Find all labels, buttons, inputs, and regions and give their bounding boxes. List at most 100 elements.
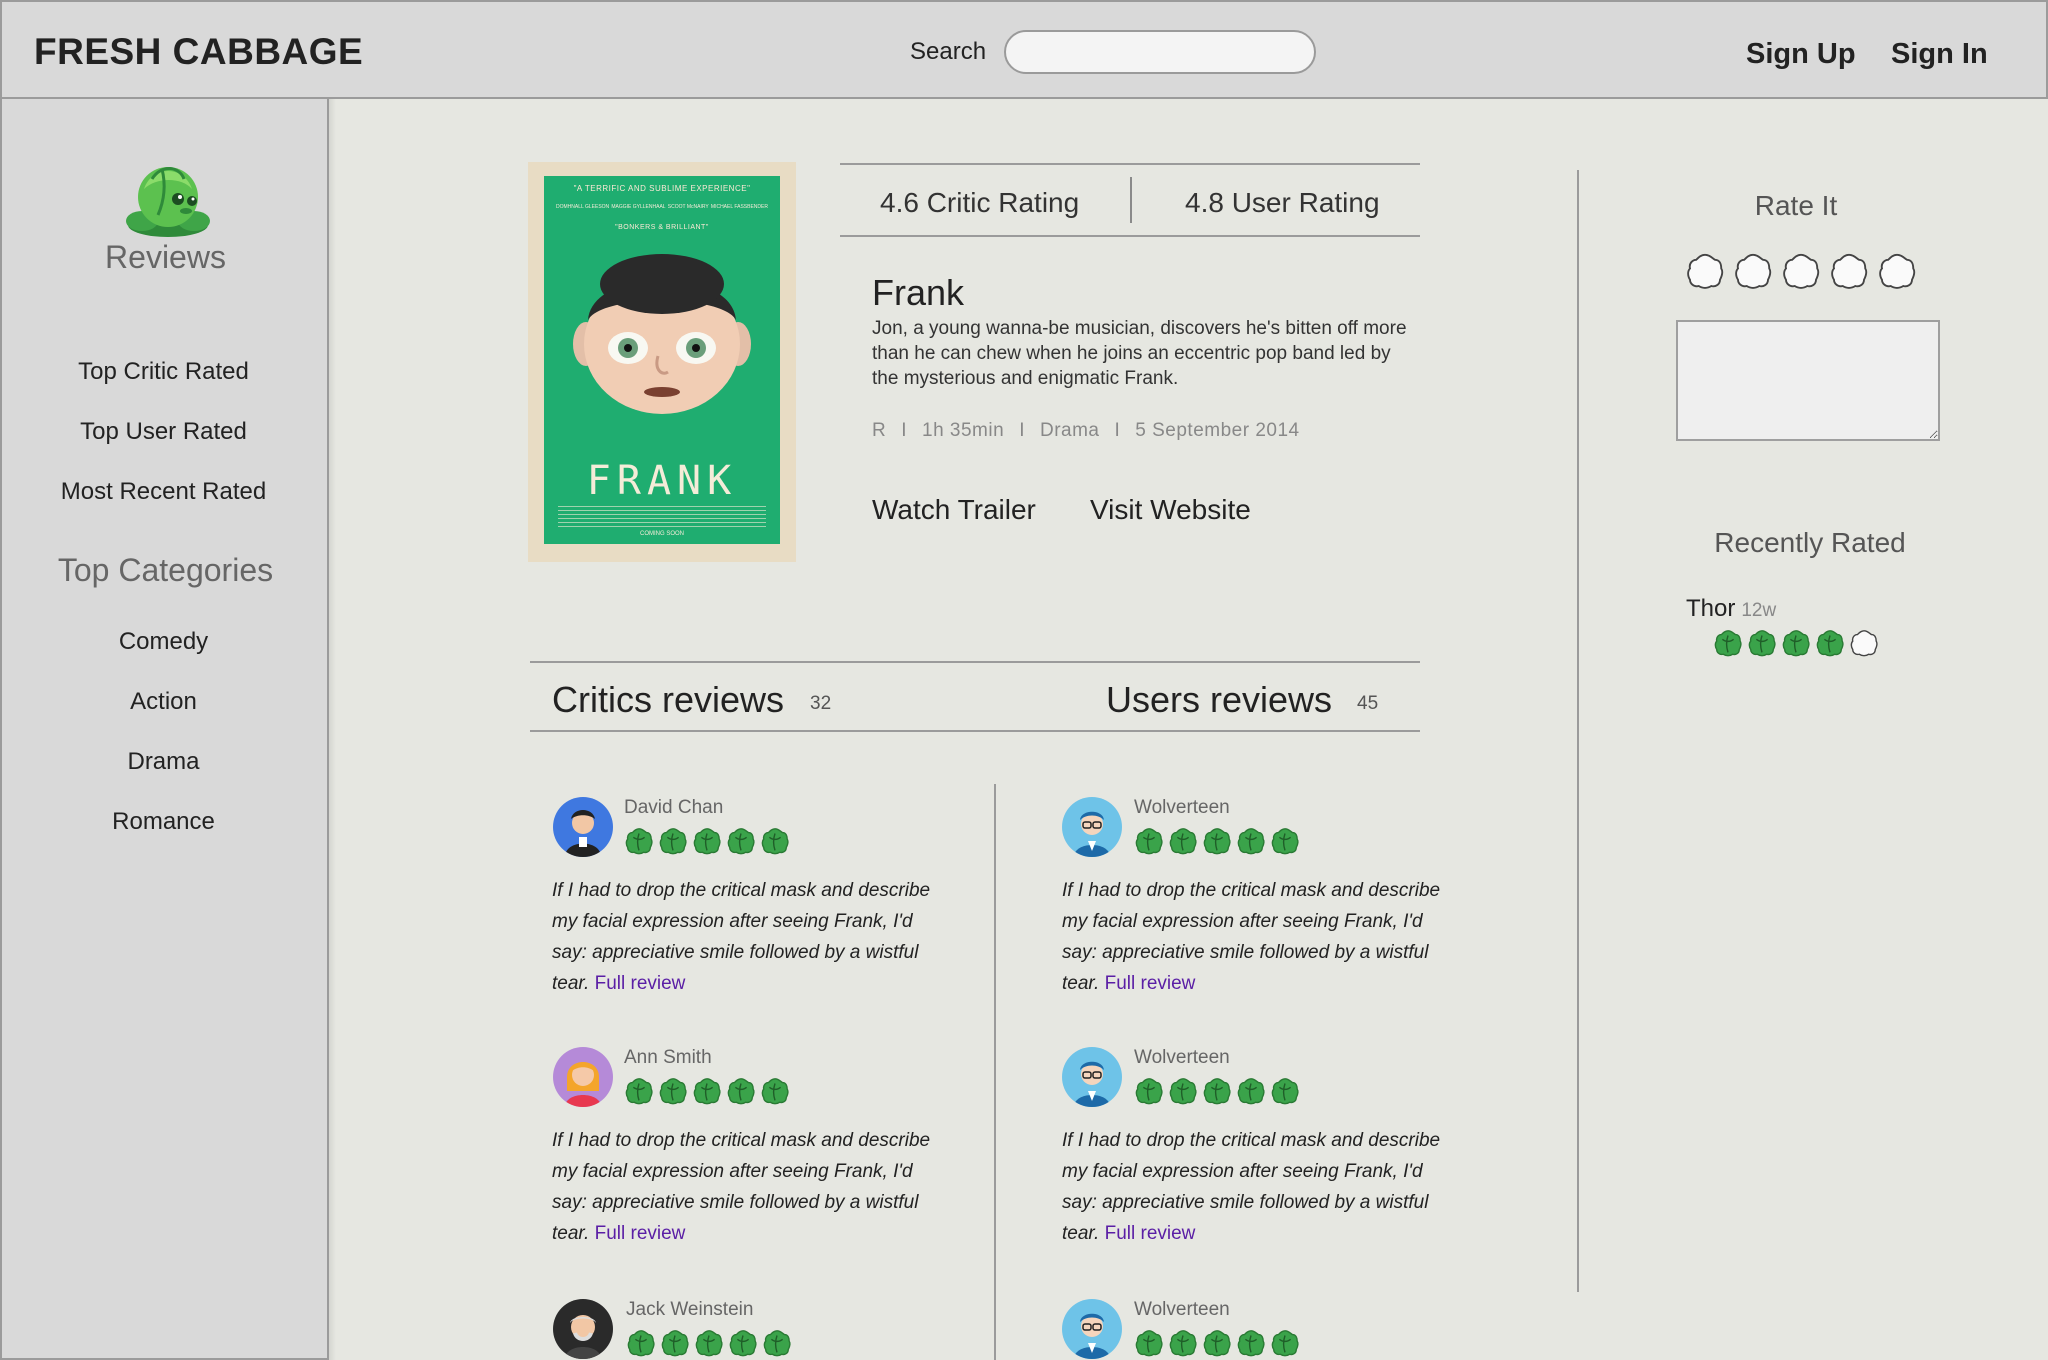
poster-cast-name: DOMHNALL GLEESON — [556, 204, 610, 210]
poster-cast: DOMHNALL GLEESON MAGGIE GYLLENHAAL SCOOT… — [556, 204, 768, 210]
sidebar-shadow — [329, 99, 336, 1360]
sidebar-item-comedy[interactable]: Comedy — [0, 628, 327, 656]
full-review-link[interactable]: Full review — [1105, 1223, 1196, 1244]
meta-separator: I — [901, 420, 908, 441]
recently-rated-title: Recently Rated — [1714, 527, 1906, 558]
sign-up-link[interactable]: Sign Up — [1746, 38, 1856, 71]
cabbage-filled-icon — [1135, 1078, 1163, 1105]
sidebar-item-top-critic-rated[interactable]: Top Critic Rated — [0, 358, 327, 386]
right-panel-divider — [1577, 170, 1579, 1292]
cabbage-filled-icon — [761, 828, 789, 855]
critics-reviews-tab[interactable]: Critics reviews — [552, 679, 784, 721]
cabbage-filled-icon — [659, 828, 687, 855]
rate-it-title: Rate It — [1754, 190, 1838, 221]
avatar-wolverteen[interactable] — [1062, 1299, 1122, 1359]
meta-separator: I — [1114, 420, 1121, 441]
poster-quote: "BONKERS & BRILLIANT" — [615, 224, 709, 231]
rate-it-cabbage-selector[interactable] — [1685, 251, 1925, 291]
full-review-link[interactable]: Full review — [595, 973, 686, 994]
sidebar-item-top-user-rated[interactable]: Top User Rated — [0, 418, 327, 446]
review-input[interactable] — [1676, 320, 1940, 441]
avatar-jack-weinstein[interactable] — [553, 1299, 613, 1359]
cabbage-filled-icon — [693, 1078, 721, 1105]
top-categories-heading: Top Categories — [57, 552, 274, 588]
cabbage-filled-icon — [659, 1078, 687, 1105]
cabbage-empty-icon — [1879, 253, 1916, 289]
search-input[interactable] — [1004, 30, 1316, 74]
reviewer-name[interactable]: Wolverteen — [1134, 1047, 1230, 1069]
cabbage-rating — [626, 1328, 796, 1360]
cabbage-logo-icon[interactable] — [122, 155, 214, 239]
cabbage-filled-icon — [1203, 828, 1231, 855]
cabbage-filled-icon — [729, 1330, 757, 1357]
reviews-heading: Reviews — [105, 239, 226, 275]
cabbage-filled-icon — [1203, 1078, 1231, 1105]
poster-cast-name: MAGGIE GYLLENHAAL — [611, 204, 666, 210]
cabbage-filled-icon — [1135, 1330, 1163, 1357]
sidebar: Reviews Top Categories — [0, 99, 329, 1360]
sidebar-item-romance[interactable]: Romance — [0, 808, 327, 836]
cabbage-filled-icon — [1714, 630, 1742, 657]
cabbage-filled-icon — [1271, 1330, 1299, 1357]
recent-movie-age: 12w — [1741, 600, 1777, 621]
reviewer-name[interactable]: David Chan — [624, 797, 723, 819]
user-rating: 4.8 User Rating — [1185, 187, 1380, 218]
visit-website-link[interactable]: Visit Website — [1090, 494, 1251, 526]
cabbage-filled-icon — [1135, 828, 1163, 855]
avatar-wolverteen[interactable] — [1062, 797, 1122, 857]
avatar-david-chan[interactable] — [553, 797, 613, 857]
reviewer-name[interactable]: Wolverteen — [1134, 1299, 1230, 1321]
movie-description: Jon, a young wanna-be musician, discover… — [872, 318, 1407, 389]
cabbage-filled-icon — [727, 1078, 755, 1105]
rating-divider — [1130, 177, 1132, 223]
sidebar-item-drama[interactable]: Drama — [0, 748, 327, 776]
reviewer-name[interactable]: Wolverteen — [1134, 797, 1230, 819]
sidebar-item-action[interactable]: Action — [0, 688, 327, 716]
cabbage-filled-icon — [625, 828, 653, 855]
critics-reviews-count: 32 — [810, 693, 832, 714]
full-review-link[interactable]: Full review — [1105, 973, 1196, 994]
brand-logo-text[interactable]: FRESH CABBAGE — [34, 31, 363, 73]
movie-poster[interactable]: "A TERRIFIC AND SUBLIME EXPERIENCE" DOMH… — [528, 162, 796, 562]
full-review-link[interactable]: Full review — [595, 1223, 686, 1244]
poster-credits-block — [558, 506, 766, 528]
poster-coming-soon: COMING SOON — [639, 531, 684, 537]
cabbage-rating — [1134, 826, 1304, 858]
avatar-wolverteen[interactable] — [1062, 1047, 1122, 1107]
review-text: If I had to drop the critical mask and d… — [1062, 875, 1462, 999]
cabbage-filled-icon — [1271, 828, 1299, 855]
reviews-header: Critics reviews 32 Users reviews 45 — [530, 661, 1420, 732]
recent-movie-title[interactable]: Thor — [1686, 595, 1735, 622]
review-text: If I had to drop the critical mask and d… — [1062, 1125, 1462, 1249]
cabbage-filled-icon — [1203, 1330, 1231, 1357]
release-date: 5 September 2014 — [1135, 420, 1300, 441]
cabbage-filled-icon — [1237, 1078, 1265, 1105]
movie-title: Frank — [872, 272, 965, 313]
cabbage-empty-icon — [1831, 253, 1868, 289]
cabbage-empty-icon — [1783, 253, 1820, 289]
search-label: Search — [910, 38, 987, 65]
reviewer-name[interactable]: Ann Smith — [624, 1047, 712, 1069]
avatar-ann-smith[interactable] — [553, 1047, 613, 1107]
cabbage-filled-icon — [1169, 1330, 1197, 1357]
recent-movie[interactable]: Thor 12w — [1686, 595, 1776, 623]
cabbage-rating — [1134, 1076, 1304, 1108]
recent-cabbage-rating — [1713, 628, 1883, 660]
cabbage-empty-icon — [1687, 253, 1724, 289]
cabbage-rating — [624, 826, 794, 858]
cabbage-filled-icon — [727, 828, 755, 855]
watch-trailer-link[interactable]: Watch Trailer — [872, 494, 1036, 526]
critic-rating: 4.6 Critic Rating — [880, 187, 1080, 218]
poster-title: FRANK — [586, 458, 738, 504]
users-reviews-tab[interactable]: Users reviews — [1106, 679, 1332, 721]
cabbage-rating — [624, 1076, 794, 1108]
cabbage-filled-icon — [695, 1330, 723, 1357]
cabbage-filled-icon — [1816, 630, 1844, 657]
reviewer-name[interactable]: Jack Weinstein — [626, 1299, 753, 1321]
sidebar-item-most-recent-rated[interactable]: Most Recent Rated — [0, 478, 327, 506]
sign-in-link[interactable]: Sign In — [1891, 38, 1988, 71]
cabbage-filled-icon — [1237, 828, 1265, 855]
cabbage-filled-icon — [1271, 1078, 1299, 1105]
cabbage-filled-icon — [1748, 630, 1776, 657]
poster-tagline: "A TERRIFIC AND SUBLIME EXPERIENCE" — [573, 184, 751, 193]
